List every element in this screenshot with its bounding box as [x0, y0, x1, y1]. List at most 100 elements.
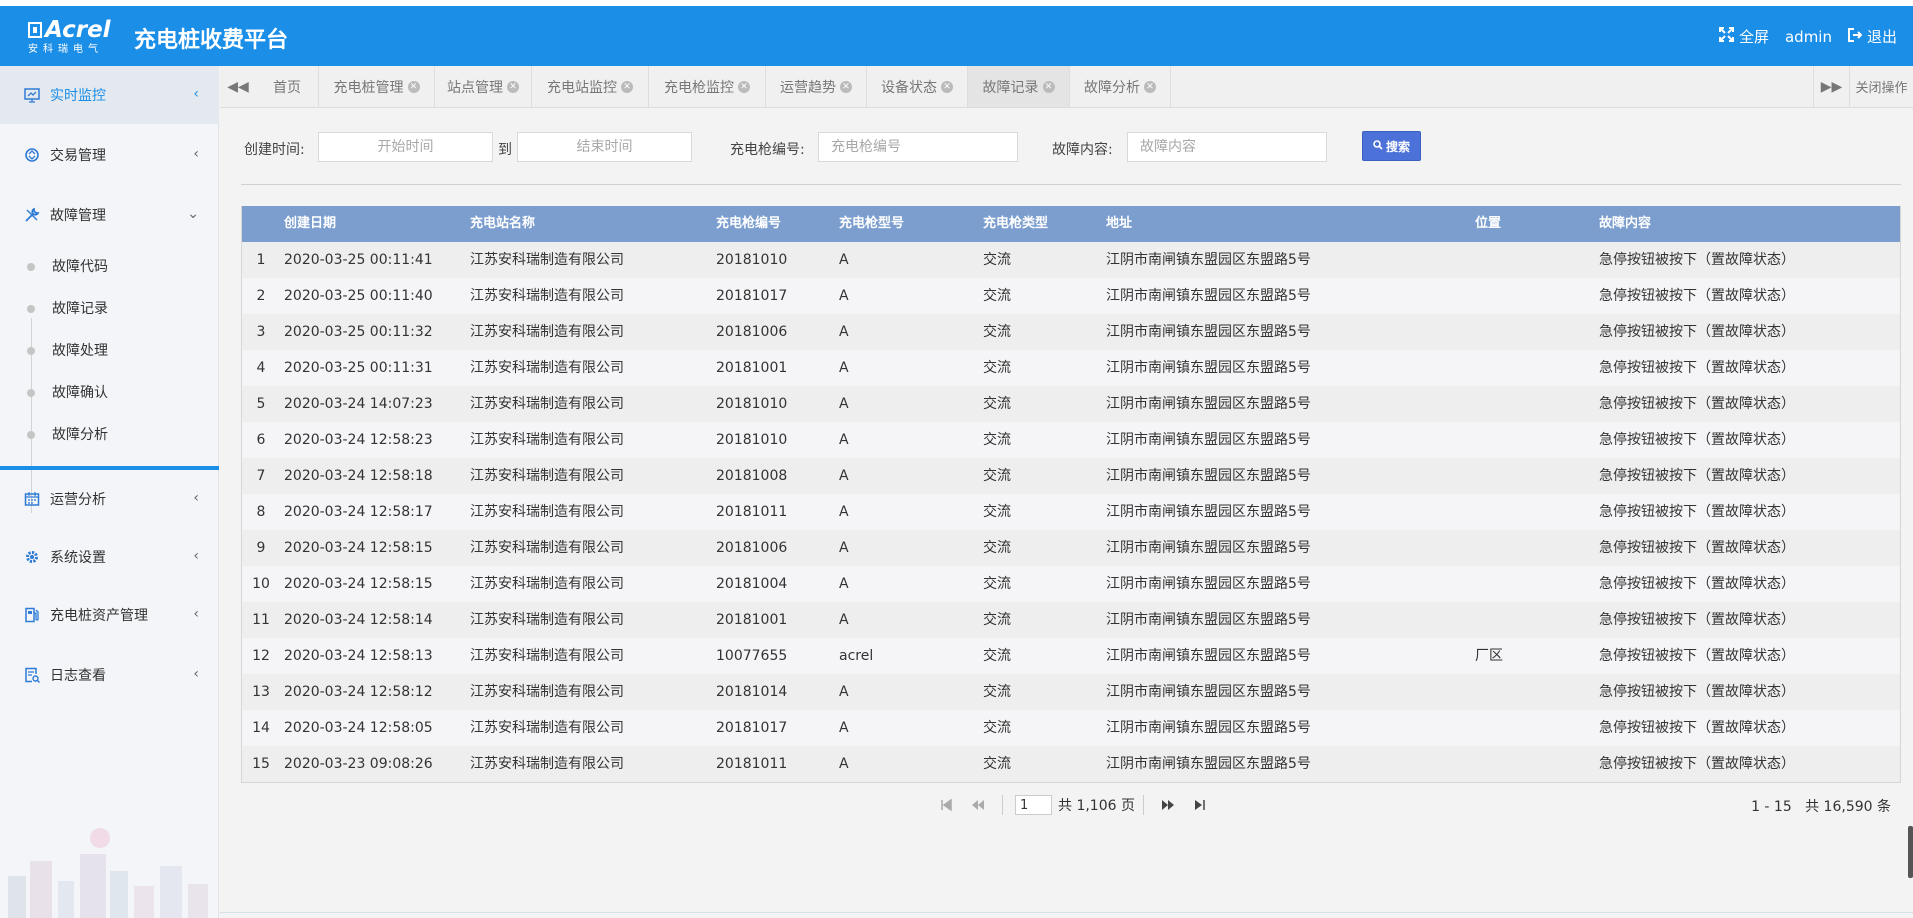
table-row[interactable]: 6 2020-03-24 12:58:23 江苏安科瑞制造有限公司 20181010 A…	[242, 422, 1900, 458]
sidebar-item-label: 运营分析	[50, 492, 106, 508]
column-header-date[interactable]: 创建日期	[284, 206, 336, 242]
sidebar-item-label: 充电桩资产管理	[50, 608, 148, 624]
next-page-button[interactable]	[1152, 792, 1184, 818]
scrollbar-thumb[interactable]	[1908, 826, 1913, 878]
column-header-gun-model[interactable]: 充电枪型号	[839, 206, 904, 242]
acrel-logo: Acrel 安科瑞电气	[28, 18, 118, 58]
cell-address: 江阴市南闸镇东盟园区东盟路5号	[1106, 576, 1311, 592]
column-header-station[interactable]: 充电站名称	[470, 206, 535, 242]
sidebar-item-realtime-monitor[interactable]: 实时监控 ‹	[0, 66, 219, 124]
cell-gun-number: 20181011	[716, 756, 788, 772]
cell-gun-number: 20181017	[716, 288, 788, 304]
cell-gun-type: 交流	[983, 756, 1011, 772]
submenu-item-fault-codes[interactable]: 故障代码	[52, 256, 108, 278]
table-row[interactable]: 8 2020-03-24 12:58:17 江苏安科瑞制造有限公司 20181011 A…	[242, 494, 1900, 530]
table-row[interactable]: 13 2020-03-24 12:58:12 江苏安科瑞制造有限公司 20181014…	[242, 674, 1900, 710]
tab-fault-records[interactable]: 故障记录 ✕	[968, 66, 1070, 107]
cell-gun-type: 交流	[983, 324, 1011, 340]
sidebar-item-charger-assets[interactable]: 充电桩资产管理 ‹	[0, 586, 219, 644]
tab-charger-management[interactable]: 充电桩管理 ✕	[319, 66, 435, 107]
cell-address: 江阴市南闸镇东盟园区东盟路5号	[1106, 540, 1311, 556]
column-header-gun-number[interactable]: 充电枪编号	[716, 206, 781, 242]
tab-fault-analysis[interactable]: 故障分析 ✕	[1070, 66, 1171, 107]
cell-station: 江苏安科瑞制造有限公司	[470, 432, 624, 448]
cell-address: 江阴市南闸镇东盟园区东盟路5号	[1106, 468, 1311, 484]
cell-fault-content: 急停按钮被按下（置故障状态）	[1599, 468, 1795, 484]
table-row[interactable]: 2 2020-03-25 00:11:40 江苏安科瑞制造有限公司 20181017 A…	[242, 278, 1900, 314]
table-row[interactable]: 3 2020-03-25 00:11:32 江苏安科瑞制造有限公司 20181006 A…	[242, 314, 1900, 350]
fault-content-input[interactable]	[1127, 132, 1327, 162]
tab-close-icon[interactable]: ✕	[1042, 80, 1055, 93]
table-row[interactable]: 4 2020-03-25 00:11:31 江苏安科瑞制造有限公司 20181001 A…	[242, 350, 1900, 386]
charger-icon	[24, 607, 40, 623]
record-range-info: 1 - 15 共 16,590 条	[1751, 796, 1891, 816]
table-row[interactable]: 12 2020-03-24 12:58:13 江苏安科瑞制造有限公司 10077655…	[242, 638, 1900, 674]
tab-label: 首页	[273, 79, 301, 96]
record-range: 1 - 15	[1751, 799, 1792, 815]
previous-page-button[interactable]	[962, 792, 994, 818]
app-title: 充电桩收费平台	[134, 28, 289, 53]
cell-station: 江苏安科瑞制造有限公司	[470, 360, 624, 376]
cell-date: 2020-03-24 12:58:13	[284, 648, 433, 664]
fullscreen-button[interactable]: 全屏	[1718, 26, 1769, 47]
search-button[interactable]: 搜索	[1362, 131, 1421, 161]
tab-scroll-left-button[interactable]: ◀◀	[220, 66, 256, 107]
sidebar-item-log-viewer[interactable]: 日志查看 ‹	[0, 646, 219, 704]
tab-home[interactable]: 首页	[256, 66, 319, 107]
tab-operation-trend[interactable]: 运营趋势 ✕	[766, 66, 867, 107]
tab-close-icon[interactable]: ✕	[407, 80, 420, 93]
start-time-input[interactable]	[318, 132, 493, 162]
cell-date: 2020-03-24 12:58:17	[284, 504, 433, 520]
tab-close-icon[interactable]: ✕	[840, 80, 852, 93]
table-row[interactable]: 10 2020-03-24 12:58:15 江苏安科瑞制造有限公司 20181004…	[242, 566, 1900, 602]
logout-button[interactable]: 退出	[1847, 26, 1897, 47]
column-header-fault-content[interactable]: 故障内容	[1599, 206, 1651, 242]
tab-scroll-right-button[interactable]: ▶▶	[1813, 66, 1849, 107]
submenu-item-fault-analysis[interactable]: 故障分析	[52, 424, 108, 446]
table-row[interactable]: 5 2020-03-24 14:07:23 江苏安科瑞制造有限公司 20181010 A…	[242, 386, 1900, 422]
column-header-location[interactable]: 位置	[1475, 206, 1501, 242]
tab-close-icon[interactable]: ✕	[738, 80, 750, 93]
sidebar-item-label: 实时监控	[50, 88, 106, 104]
monitor-icon	[24, 87, 40, 103]
chevron-left-icon: ‹	[193, 548, 199, 564]
page-number-input[interactable]	[1015, 795, 1052, 815]
cell-fault-content: 急停按钮被按下（置故障状态）	[1599, 648, 1795, 664]
end-time-input[interactable]	[517, 132, 692, 162]
submenu-item-fault-confirm[interactable]: 故障确认	[52, 382, 108, 404]
sidebar-item-system-settings[interactable]: 系统设置 ‹	[0, 528, 219, 586]
user-menu[interactable]: admin	[1785, 28, 1832, 46]
tab-gun-monitor[interactable]: 充电枪监控 ✕	[649, 66, 766, 107]
column-header-gun-type[interactable]: 充电枪类型	[983, 206, 1048, 242]
cell-fault-content: 急停按钮被按下（置故障状态）	[1599, 396, 1795, 412]
submenu-item-fault-handling[interactable]: 故障处理	[52, 340, 108, 362]
last-page-button[interactable]	[1184, 792, 1216, 818]
tab-close-icon[interactable]: ✕	[621, 80, 633, 93]
tab-station-monitor[interactable]: 充电站监控 ✕	[532, 66, 649, 107]
table-row[interactable]: 1 2020-03-25 00:11:41 江苏安科瑞制造有限公司 20181010 A…	[242, 242, 1900, 278]
submenu-item-fault-records[interactable]: 故障记录	[52, 298, 108, 320]
sidebar-item-fault-management[interactable]: 故障管理 ⌄	[0, 186, 219, 244]
first-page-button[interactable]	[930, 792, 962, 818]
cell-station: 江苏安科瑞制造有限公司	[470, 612, 624, 628]
table-row[interactable]: 7 2020-03-24 12:58:18 江苏安科瑞制造有限公司 20181008 A…	[242, 458, 1900, 494]
gun-number-input[interactable]	[818, 132, 1018, 162]
tab-device-status[interactable]: 设备状态 ✕	[867, 66, 968, 107]
sidebar-item-transactions[interactable]: 交易管理 ‹	[0, 126, 219, 184]
table-row[interactable]: 14 2020-03-24 12:58:05 江苏安科瑞制造有限公司 20181017…	[242, 710, 1900, 746]
table-row[interactable]: 15 2020-03-23 09:08:26 江苏安科瑞制造有限公司 20181011…	[242, 746, 1900, 782]
sidebar-item-operations-analysis[interactable]: 运营分析 ‹	[0, 470, 219, 528]
column-header-address[interactable]: 地址	[1106, 206, 1132, 242]
table-row[interactable]: 9 2020-03-24 12:58:15 江苏安科瑞制造有限公司 20181006 A…	[242, 530, 1900, 566]
cell-gun-model: A	[839, 540, 849, 556]
tab-close-icon[interactable]: ✕	[507, 80, 519, 93]
search-form: 创建时间: 到 充电枪编号: 故障内容:	[242, 132, 1902, 162]
table-row[interactable]: 11 2020-03-24 12:58:14 江苏安科瑞制造有限公司 20181001…	[242, 602, 1900, 638]
tab-close-icon[interactable]: ✕	[941, 80, 953, 93]
submenu-dot	[27, 389, 35, 397]
cell-gun-type: 交流	[983, 540, 1011, 556]
tab-label: 充电枪监控	[664, 79, 734, 96]
tab-close-icon[interactable]: ✕	[1144, 80, 1156, 93]
close-operations-button[interactable]: 关闭操作	[1849, 66, 1913, 107]
tab-site-management[interactable]: 站点管理 ✕	[435, 66, 532, 107]
